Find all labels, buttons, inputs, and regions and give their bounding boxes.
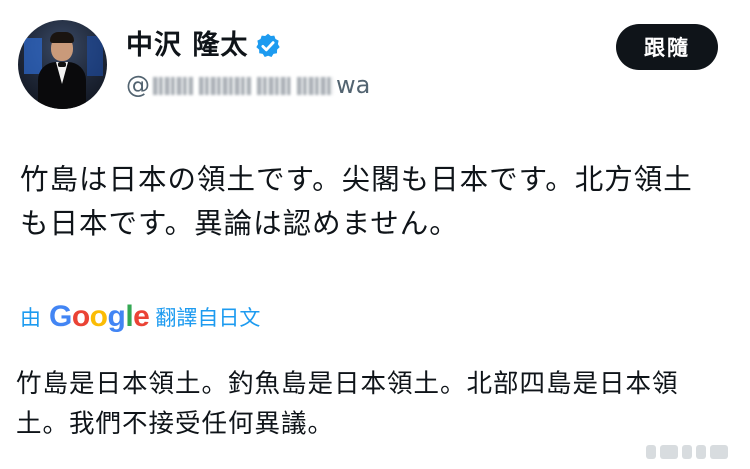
display-name[interactable]: 中沢 隆太 [126,30,248,62]
avatar-bowtie [58,62,66,67]
verified-badge-icon[interactable] [254,32,282,60]
user-handle[interactable]: @ wa [126,70,370,100]
translation-source-label: 翻譯自日文 [155,306,261,330]
handle-suffix: wa [336,71,371,99]
avatar[interactable] [18,20,107,109]
google-logo: Google [49,300,150,333]
redacted-handle [257,77,291,95]
translation-attribution[interactable]: 由 Google 翻譯自日文 [20,300,260,334]
watermark [646,441,736,463]
translated-text: 竹島是日本領土。釣魚島是日本領土。北部四島是日本領土。我們不接受任何異議。 [16,369,679,439]
redacted-handle [199,77,251,95]
redacted-handle [297,77,333,95]
tweet-text: 竹島は日本の領土です。尖閣も日本です。北方領土も日本です。異論は認めません。 [20,163,693,240]
avatar-hair [50,32,74,43]
redacted-handle [153,77,193,95]
follow-button[interactable]: 跟隨 [616,24,718,70]
avatar-background-screen [87,36,103,76]
avatar-background-screen [24,38,42,74]
handle-prefix: @ [126,71,150,99]
user-name-row: 中沢 隆太 [126,30,282,62]
translation-prefix: 由 [20,306,41,330]
